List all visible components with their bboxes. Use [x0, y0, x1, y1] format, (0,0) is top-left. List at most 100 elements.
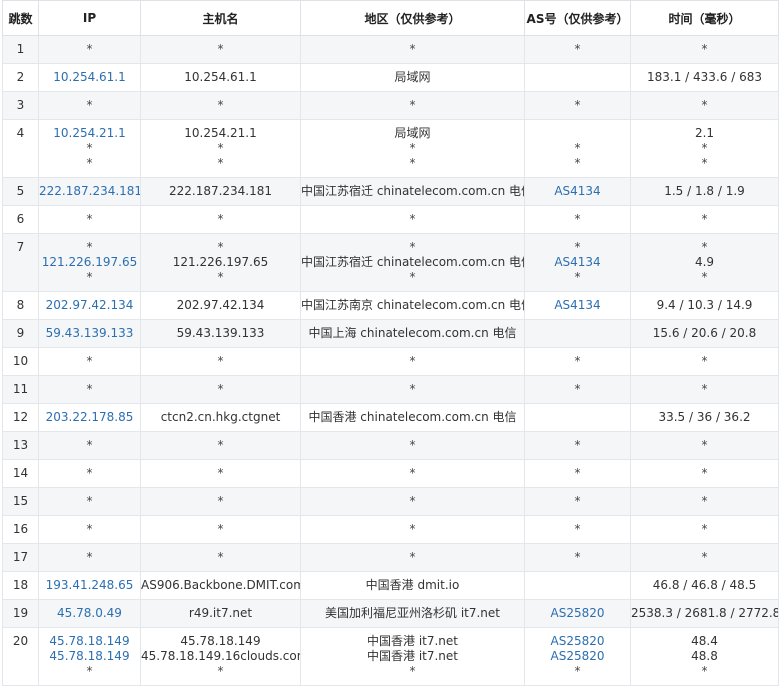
- as-link[interactable]: AS25820: [525, 606, 630, 621]
- region-cell: 局域网 * *: [300, 119, 525, 178]
- ip-value: *: [86, 141, 93, 155]
- hostname-cell: r49.it7.net: [140, 599, 301, 628]
- time-cell: 9.4 / 10.3 / 14.9: [630, 291, 779, 320]
- region-value: *: [409, 354, 416, 368]
- time-value: 9.4 / 10.3 / 14.9: [656, 298, 753, 312]
- hop-cell: 9: [2, 319, 39, 348]
- as-cell: *: [524, 543, 631, 572]
- as-link[interactable]: AS4134: [525, 298, 630, 313]
- as-value: [525, 578, 630, 593]
- ip-link[interactable]: 222.187.234.181: [39, 184, 140, 199]
- hop-number: 10: [12, 354, 29, 368]
- ip-cell: 59.43.139.133: [38, 319, 141, 348]
- as-cell: * *: [524, 119, 631, 178]
- region-cell: 美国加利福尼亚州洛杉矶 it7.net: [300, 599, 525, 628]
- hop-cell: 13: [2, 431, 39, 460]
- host-value: r49.it7.net: [188, 606, 253, 620]
- time-cell: *: [630, 515, 779, 544]
- as-value: *: [574, 240, 581, 254]
- as-value: [525, 126, 630, 141]
- time-cell: 33.5 / 36 / 36.2: [630, 403, 779, 432]
- host-value: *: [217, 354, 224, 368]
- hostname-cell: AS906.Backbone.DMIT.com: [140, 571, 301, 600]
- as-link[interactable]: AS4134: [525, 255, 630, 270]
- as-cell: AS4134: [524, 291, 631, 320]
- hop-cell: 14: [2, 459, 39, 488]
- ip-link[interactable]: 45.78.18.149: [39, 634, 140, 649]
- hop-number: 18: [12, 578, 29, 592]
- host-value: ctcn2.cn.hkg.ctgnet: [160, 410, 281, 424]
- ip-link[interactable]: 45.78.18.149: [39, 649, 140, 664]
- table-row: 14 * * * * *: [2, 459, 779, 488]
- time-value: 2538.3 / 2681.8 / 2772.8: [631, 606, 778, 620]
- hop-cell: 7: [2, 233, 39, 292]
- host-value: *: [217, 240, 224, 254]
- hop-number: 11: [12, 382, 29, 396]
- region-value: 中国香港 it7.net: [367, 634, 458, 648]
- region-cell: 中国江苏南京 chinatelecom.com.cn 电信: [300, 291, 525, 320]
- ip-cell: *: [38, 515, 141, 544]
- as-value: *: [574, 438, 581, 452]
- region-cell: *: [300, 375, 525, 404]
- ip-value: *: [86, 156, 93, 170]
- table-row: 13 * * * * *: [2, 431, 779, 460]
- hop-number: 4: [16, 126, 25, 140]
- ip-link[interactable]: 203.22.178.85: [39, 410, 140, 425]
- as-link[interactable]: AS4134: [525, 184, 630, 199]
- time-value: *: [701, 42, 708, 56]
- time-cell: *: [630, 431, 779, 460]
- hop-number: 19: [12, 606, 29, 620]
- table-row: 2 10.254.61.1 10.254.61.1 局域网 183.1 / 433.6 …: [2, 63, 779, 92]
- ip-link[interactable]: 45.78.0.49: [39, 606, 140, 621]
- host-value: *: [217, 466, 224, 480]
- ip-cell: *: [38, 35, 141, 64]
- ip-link[interactable]: 59.43.139.133: [39, 326, 140, 341]
- region-cell: 局域网: [300, 63, 525, 92]
- ip-cell: *: [38, 375, 141, 404]
- hostname-cell: 10.254.21.1 * *: [140, 119, 301, 178]
- host-value: *: [217, 438, 224, 452]
- as-cell: [524, 571, 631, 600]
- column-header-hostname: 主机名: [140, 0, 301, 36]
- as-value: [525, 410, 630, 425]
- table-row: 4 10.254.21.1 * * 10.254.21.1 * * 局域网 * * * * 2.1 * *: [2, 119, 779, 178]
- time-value: *: [701, 494, 708, 508]
- ip-link[interactable]: 202.97.42.134: [39, 298, 140, 313]
- as-link[interactable]: AS25820: [525, 634, 630, 649]
- hop-number: 17: [12, 550, 29, 564]
- hostname-cell: 45.78.18.149 45.78.18.149.16clouds.com *: [140, 627, 301, 686]
- ip-link[interactable]: 121.226.197.65: [39, 255, 140, 270]
- hostname-cell: *: [140, 375, 301, 404]
- host-value: *: [217, 382, 224, 396]
- hop-cell: 19: [2, 599, 39, 628]
- hop-cell: 1: [2, 35, 39, 64]
- host-value: 121.226.197.65: [172, 255, 269, 269]
- as-cell: AS4134: [524, 177, 631, 206]
- ip-link[interactable]: 10.254.61.1: [39, 70, 140, 85]
- host-value: *: [217, 141, 224, 155]
- traceroute-table: 跳数 IP 主机名 地区（仅供参考） AS号（仅供参考） 时间（毫秒） 1 * * *…: [2, 0, 779, 686]
- host-value: 45.78.18.149.16clouds.com: [141, 649, 300, 663]
- column-header-hop: 跳数: [2, 0, 39, 36]
- region-value: 中国香港 chinatelecom.com.cn 电信: [308, 410, 517, 424]
- region-cell: *: [300, 487, 525, 516]
- table-row: 20 45.78.18.149 45.78.18.149 * 45.78.18.149 4…: [2, 627, 779, 686]
- hop-cell: 11: [2, 375, 39, 404]
- region-value: *: [409, 98, 416, 112]
- time-value: *: [701, 270, 708, 284]
- hop-cell: 2: [2, 63, 39, 92]
- ip-value: *: [86, 522, 93, 536]
- time-value: *: [701, 664, 708, 678]
- hop-number: 3: [16, 98, 25, 112]
- region-value: 中国上海 chinatelecom.com.cn 电信: [308, 326, 517, 340]
- hostname-cell: *: [140, 459, 301, 488]
- host-value: *: [217, 522, 224, 536]
- ip-link[interactable]: 193.41.248.65: [39, 578, 140, 593]
- region-value: 中国香港 it7.net: [367, 649, 458, 663]
- region-value: 局域网: [394, 126, 431, 140]
- host-value: *: [217, 42, 224, 56]
- time-value: 33.5 / 36 / 36.2: [658, 410, 751, 424]
- ip-link[interactable]: 10.254.21.1: [39, 126, 140, 141]
- hop-number: 20: [12, 634, 29, 648]
- as-link[interactable]: AS25820: [525, 649, 630, 664]
